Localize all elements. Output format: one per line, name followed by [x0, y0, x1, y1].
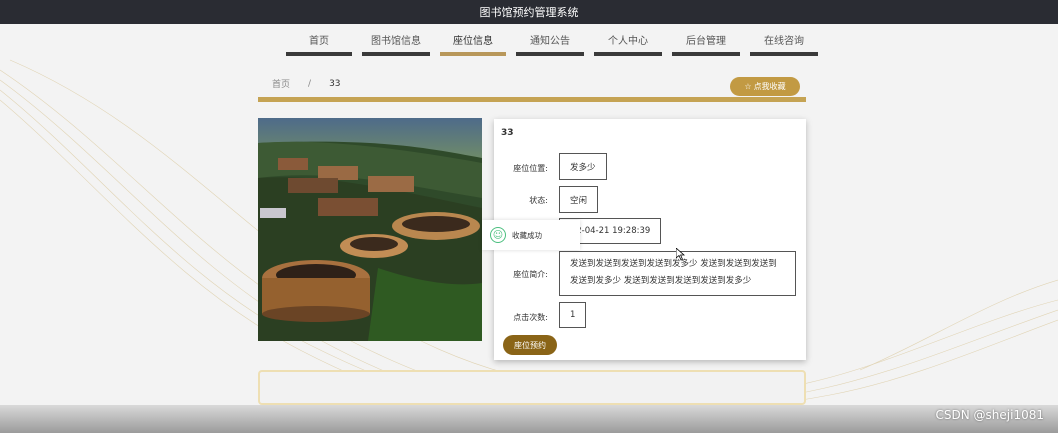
nav-item-seat-info[interactable]: 座位信息	[440, 26, 506, 56]
bottom-strip	[0, 405, 1058, 433]
nav-item-admin[interactable]: 后台管理	[672, 26, 740, 56]
seat-title: 33	[501, 128, 514, 138]
status-label: 状态:	[529, 196, 548, 205]
location-value: 发多少	[559, 153, 607, 180]
favorite-button[interactable]: ☆ 点我收藏	[730, 77, 800, 96]
breadcrumb-current: 33	[329, 78, 341, 89]
mouse-cursor-icon	[676, 248, 685, 261]
breadcrumb-home[interactable]: 首页	[272, 77, 290, 90]
smile-icon: ☺	[490, 227, 506, 243]
footer-panel	[258, 370, 806, 405]
nav-item-home[interactable]: 首页	[286, 26, 352, 56]
breadcrumb-section: 首页 / 33 ☆ 点我收藏	[258, 70, 806, 102]
nav-item-personal-center[interactable]: 个人中心	[594, 26, 662, 56]
nav-item-online-consult[interactable]: 在线咨询	[750, 26, 818, 56]
app-title: 图书馆预约管理系统	[479, 6, 579, 19]
location-label: 座位位置:	[513, 164, 548, 173]
clicks-label: 点击次数:	[513, 313, 548, 322]
breadcrumb: 首页 / 33 ☆ 点我收藏	[258, 70, 806, 102]
main-nav: 首页 图书馆信息 座位信息 通知公告 个人中心 后台管理 在线咨询	[0, 24, 1058, 60]
status-value: 空闲	[559, 186, 599, 213]
watermark: CSDN @sheji1081	[935, 408, 1044, 422]
breadcrumb-separator: /	[308, 78, 312, 89]
reserve-seat-button[interactable]: 座位预约	[503, 335, 557, 355]
toast-message: 收藏成功	[512, 230, 542, 240]
intro-label: 座位简介:	[513, 270, 548, 279]
seat-photo	[258, 118, 482, 341]
star-outline-icon: ☆	[744, 82, 752, 91]
clicks-value: 1	[559, 302, 587, 328]
favorite-button-label: 点我收藏	[753, 82, 786, 91]
app-title-bar: 图书馆预约管理系统	[0, 0, 1058, 24]
toast-notification: ☺ 收藏成功	[482, 220, 580, 250]
nav-item-notices[interactable]: 通知公告	[516, 26, 584, 56]
nav-item-library-info[interactable]: 图书馆信息	[362, 26, 430, 56]
